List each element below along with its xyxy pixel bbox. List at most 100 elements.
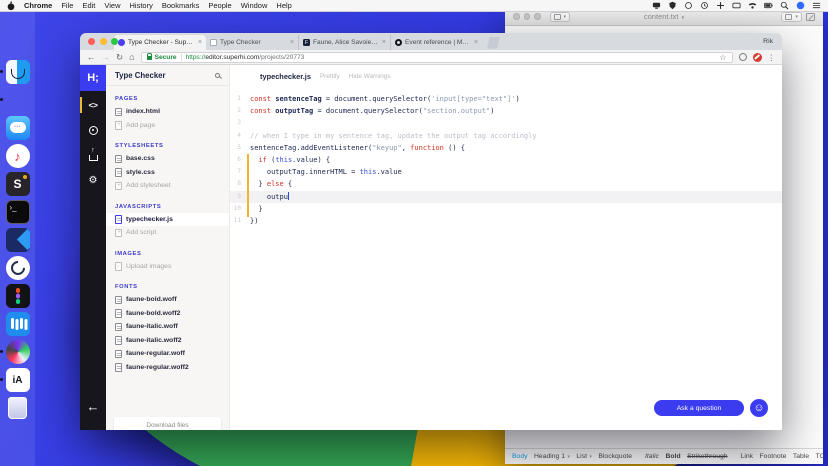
figma-dock-icon[interactable] <box>6 284 30 308</box>
shield-icon[interactable] <box>668 1 677 10</box>
menu-item-window[interactable]: Window <box>241 1 268 10</box>
code-line[interactable]: 4// when I type in my sentence tag, upda… <box>230 130 782 142</box>
hide-warnings-button[interactable]: Hide Warnings <box>349 73 391 80</box>
extension-icon[interactable] <box>739 53 747 61</box>
sidebar-item-style-css[interactable]: style.css <box>106 166 229 180</box>
download-files-button[interactable]: Download files <box>114 417 221 430</box>
forward-button[interactable]: → <box>102 53 111 62</box>
prettify-button[interactable]: Prettify <box>320 73 340 80</box>
help-smiley-button[interactable]: ☺ <box>750 399 768 417</box>
share-button[interactable] <box>80 144 106 166</box>
menu-item-bookmarks[interactable]: Bookmarks <box>162 1 200 10</box>
code-line[interactable]: 1const sentenceTag = document.querySelec… <box>230 93 782 105</box>
sidebar-item-faune-italic-woff2[interactable]: faune-italic.woff2 <box>106 334 229 348</box>
format-heading-1[interactable]: Heading 1 ▾ <box>534 453 570 460</box>
tab-close-icon[interactable]: × <box>474 39 478 46</box>
tab-close-icon[interactable]: × <box>382 39 386 46</box>
messages-dock-icon[interactable] <box>6 116 30 140</box>
sidebar-item-base-css[interactable]: base.css <box>106 152 229 166</box>
code-line[interactable]: 9 outpu <box>230 191 782 203</box>
notification-center-icon[interactable] <box>812 1 821 10</box>
ask-question-button[interactable]: Ask a question <box>654 400 744 416</box>
menu-item-people[interactable]: People <box>208 1 231 10</box>
search-icon[interactable] <box>215 73 220 78</box>
browser-tab-type-checker[interactable]: Type Checker× <box>206 35 298 50</box>
iawriter-dock-icon[interactable] <box>6 368 30 392</box>
superhi-logo[interactable]: H; <box>80 65 106 91</box>
tab-close-icon[interactable]: × <box>290 39 294 46</box>
menu-item-file[interactable]: File <box>61 1 73 10</box>
finder-dock-icon[interactable] <box>6 60 30 84</box>
code-line[interactable]: 3 <box>230 117 782 129</box>
sidebar-item-upload-images[interactable]: Upload images <box>106 260 229 274</box>
slack-dock-icon[interactable] <box>6 172 30 196</box>
browser-tab-event-reference-mdn[interactable]: Event reference | MDN× <box>390 35 482 50</box>
sidebar-item-faune-regular-woff[interactable]: faune-regular.woff <box>106 347 229 361</box>
library-button[interactable]: ▾ <box>550 12 571 22</box>
menu-item-view[interactable]: View <box>104 1 120 10</box>
menu-item-history[interactable]: History <box>130 1 153 10</box>
battery-icon[interactable] <box>764 1 773 10</box>
minimize-button[interactable] <box>100 38 107 45</box>
spotlight-icon[interactable] <box>780 1 789 10</box>
format-italic[interactable]: Italic <box>645 453 659 460</box>
format-blockquote[interactable]: Blockquote <box>598 453 632 460</box>
code-line[interactable]: 10 } <box>230 203 782 215</box>
format-footnote[interactable]: Footnote <box>760 453 787 460</box>
home-button[interactable]: ⌂ <box>129 53 134 62</box>
format-tc[interactable]: TC <box>816 453 825 460</box>
code-area[interactable]: 1const sentenceTag = document.querySelec… <box>230 93 782 227</box>
sidebar-item-add-script[interactable]: Add script <box>106 226 229 240</box>
code-view-button[interactable]: <> <box>80 94 106 116</box>
sidebar-item-add-page[interactable]: Add page <box>106 119 229 133</box>
format-strikethrough[interactable]: Strikethrough <box>687 453 727 460</box>
chrome-dock-icon[interactable] <box>6 88 30 112</box>
close-button[interactable] <box>513 13 520 20</box>
screen-share-icon[interactable] <box>732 1 741 10</box>
address-bar[interactable]: Secure https://editor.superhi.com/projec… <box>141 52 733 63</box>
fullscreen-button[interactable] <box>111 38 118 45</box>
menu-item-edit[interactable]: Edit <box>82 1 95 10</box>
code-line[interactable]: 8 } else { <box>230 178 782 190</box>
zoom-button[interactable] <box>534 13 541 20</box>
format-body[interactable]: Body <box>512 453 528 460</box>
back-button[interactable]: ← <box>87 53 96 62</box>
music-dock-icon[interactable] <box>6 144 30 168</box>
code-line[interactable]: 5sentenceTag.addEventListener("keyup", f… <box>230 142 782 154</box>
sidebar-item-index-html[interactable]: index.html <box>106 105 229 119</box>
code-line[interactable]: 11}) <box>230 215 782 227</box>
browser-tab-faune-alice-savoie-cnap[interactable]: Faune, Alice Savoie / Cnap× <box>298 35 390 50</box>
browser-tab-type-checker-superhi[interactable]: Type Checker - SuperHi× <box>114 35 206 50</box>
tab-close-icon[interactable]: × <box>198 39 202 46</box>
circle-icon[interactable] <box>684 1 693 10</box>
settings-button[interactable]: ⚙ <box>80 169 106 191</box>
sidebar-item-typechecker-js[interactable]: typechecker.js <box>106 213 229 227</box>
chrome-profile-label[interactable]: Rik <box>763 38 773 45</box>
menu-item-help[interactable]: Help <box>276 1 291 10</box>
plus-icon[interactable] <box>716 1 725 10</box>
format-table[interactable]: Table <box>793 453 809 460</box>
sidebar-item-faune-bold-woff2[interactable]: faune-bold.woff2 <box>106 307 229 321</box>
new-tab-button[interactable] <box>487 37 500 49</box>
format-list[interactable]: List ▾ <box>576 453 591 460</box>
format-bold[interactable]: Bold <box>666 453 681 460</box>
bookmark-star-icon[interactable]: ☆ <box>719 53 726 62</box>
display-icon[interactable] <box>652 1 661 10</box>
sidebar-item-faune-bold-woff[interactable]: faune-bold.woff <box>106 293 229 307</box>
view-options-button[interactable]: ▾ <box>781 12 802 22</box>
sidebar-item-add-stylesheet[interactable]: Add stylesheet <box>106 179 229 193</box>
chrome-menu-icon[interactable]: ⋮ <box>768 53 776 62</box>
compose-button[interactable] <box>806 13 815 21</box>
apple-menu-icon[interactable] <box>7 1 15 11</box>
close-button[interactable] <box>88 38 95 45</box>
trash-dock-icon[interactable] <box>6 396 30 420</box>
sidebar-item-faune-regular-woff2[interactable]: faune-regular.woff2 <box>106 361 229 375</box>
code-line[interactable]: 2const outputTag = document.querySelecto… <box>230 105 782 117</box>
sidebar-item-faune-italic-woff[interactable]: faune-italic.woff <box>106 320 229 334</box>
preview-button[interactable] <box>80 119 106 141</box>
code-line[interactable]: 6 if (this.value) { <box>230 154 782 166</box>
screenflow-dock-icon[interactable] <box>6 340 30 364</box>
adblock-extension-icon[interactable] <box>753 53 762 62</box>
back-arrow-button[interactable]: ← <box>87 399 100 414</box>
reload-button[interactable]: ↻ <box>116 53 123 62</box>
